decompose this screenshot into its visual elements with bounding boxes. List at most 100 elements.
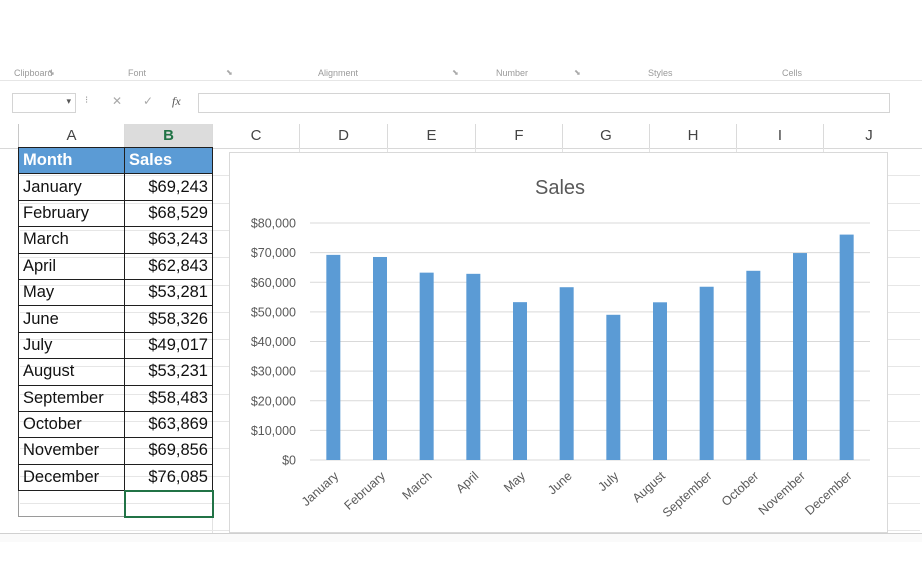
y-tick-label: $0 xyxy=(282,454,296,468)
column-header-i[interactable]: I xyxy=(737,124,824,148)
table-row: August $53,231 xyxy=(18,358,213,386)
bar-september xyxy=(699,286,714,460)
sales-cell[interactable]: $62,843 xyxy=(124,252,213,280)
month-cell[interactable]: November xyxy=(18,437,125,465)
bar-may xyxy=(513,302,527,460)
y-tick-label: $80,000 xyxy=(251,217,296,231)
chart-title: Sales xyxy=(535,177,585,199)
cancel-icon[interactable]: ✕ xyxy=(112,94,122,108)
ribbon-group-cells: Cells xyxy=(782,68,803,78)
y-tick-label: $40,000 xyxy=(251,335,296,349)
resize-handle-icon[interactable]: ⁝ xyxy=(85,95,88,106)
bar-november xyxy=(793,253,807,460)
sales-cell[interactable]: $58,483 xyxy=(124,384,213,412)
table-row: January $69,243 xyxy=(18,173,213,201)
empty-cell[interactable] xyxy=(18,490,125,518)
x-tick-label: April xyxy=(453,469,481,496)
x-tick-label: July xyxy=(595,468,621,494)
bar-july xyxy=(606,314,621,460)
table-row: September $58,483 xyxy=(18,384,213,412)
month-cell[interactable]: June xyxy=(18,305,125,333)
column-headers: A B C D E F G H I J xyxy=(0,124,922,150)
x-tick-label: August xyxy=(630,468,669,505)
sales-cell[interactable]: $69,856 xyxy=(124,437,213,465)
ribbon-group-styles: Styles xyxy=(648,68,673,78)
ribbon-group-labels: Clipboard ⬊ Font ⬊ Alignment ⬊ Number ⬊ … xyxy=(0,66,922,81)
column-header-d[interactable]: D xyxy=(300,124,388,148)
sheet-tab-bar xyxy=(0,533,922,542)
month-cell[interactable]: January xyxy=(18,173,125,201)
month-cell[interactable]: August xyxy=(18,358,125,386)
sales-cell[interactable]: $53,231 xyxy=(124,358,213,386)
x-tick-label: February xyxy=(341,468,388,512)
dialog-launcher-icon[interactable]: ⬊ xyxy=(48,68,55,77)
sales-cell[interactable]: $76,085 xyxy=(124,463,213,492)
column-header-h[interactable]: H xyxy=(650,124,737,148)
y-tick-label: $50,000 xyxy=(251,305,296,319)
sales-cell[interactable]: $63,869 xyxy=(124,410,213,439)
dialog-launcher-icon[interactable]: ⬊ xyxy=(452,68,459,77)
y-tick-label: $10,000 xyxy=(251,424,296,438)
y-tick-label: $70,000 xyxy=(251,246,296,260)
dialog-launcher-icon[interactable]: ⬊ xyxy=(226,68,233,77)
sales-cell[interactable]: $49,017 xyxy=(124,331,213,360)
column-header-a[interactable]: A xyxy=(19,124,125,148)
month-cell[interactable]: December xyxy=(18,463,125,492)
x-tick-label: June xyxy=(545,469,575,498)
ribbon-group-number: Number xyxy=(496,68,529,78)
month-cell[interactable]: March xyxy=(18,226,125,254)
chevron-down-icon[interactable]: ▾ xyxy=(66,96,71,107)
bar-october xyxy=(746,270,761,460)
chart-canvas: Sales $0 $10,000 $20,000 $30,000 $40,000 $50,0… xyxy=(251,177,870,520)
sales-cell[interactable]: $63,243 xyxy=(124,226,213,254)
name-box[interactable]: ▾ xyxy=(12,93,76,113)
ribbon-group-clipboard: Clipboard xyxy=(14,68,53,78)
table-header-row: Month Sales xyxy=(18,146,213,175)
y-tick-label: $60,000 xyxy=(251,276,296,290)
bar-march xyxy=(419,272,434,460)
enter-icon[interactable]: ✓ xyxy=(143,94,153,108)
formula-input[interactable] xyxy=(198,93,890,113)
y-tick-label: $20,000 xyxy=(251,394,296,408)
table-row: October $63,869 xyxy=(18,410,213,439)
sales-cell[interactable]: $58,326 xyxy=(124,305,213,333)
table-row: November $69,856 xyxy=(18,437,213,465)
sales-table: Month Sales January $69,243 February $68,52… xyxy=(18,146,214,518)
column-header-c[interactable]: C xyxy=(213,124,300,148)
month-cell[interactable]: July xyxy=(18,331,125,360)
header-cell-sales[interactable]: Sales xyxy=(124,146,213,175)
sales-cell[interactable]: $68,529 xyxy=(124,199,213,228)
month-cell[interactable]: October xyxy=(18,410,125,439)
month-cell[interactable]: February xyxy=(18,199,125,228)
select-all-corner[interactable] xyxy=(0,124,19,148)
bar-april xyxy=(466,273,481,460)
table-row: March $63,243 xyxy=(18,226,213,254)
dialog-launcher-icon[interactable]: ⬊ xyxy=(574,68,581,77)
column-header-j[interactable]: J xyxy=(824,124,914,148)
table-row: May $53,281 xyxy=(18,278,213,307)
x-tick-label: March xyxy=(399,469,434,503)
x-tick-label: September xyxy=(660,469,715,520)
header-cell-month[interactable]: Month xyxy=(18,146,125,175)
month-cell[interactable]: May xyxy=(18,278,125,307)
sales-cell[interactable]: $69,243 xyxy=(124,173,213,201)
sales-chart[interactable]: Sales $0 $10,000 $20,000 $30,000 $40,000 $50,0… xyxy=(229,152,888,533)
table-row: April $62,843 xyxy=(18,252,213,280)
month-cell[interactable]: September xyxy=(18,384,125,412)
column-header-e[interactable]: E xyxy=(388,124,476,148)
x-tick-label: January xyxy=(299,468,342,509)
sales-cell[interactable]: $53,281 xyxy=(124,278,213,307)
column-header-g[interactable]: G xyxy=(563,124,650,148)
active-cell[interactable] xyxy=(123,489,214,518)
formula-bar: ▾ ⁝ ✕ ✓ fx xyxy=(0,90,922,116)
insert-function-icon[interactable]: fx xyxy=(172,94,181,109)
x-tick-label: May xyxy=(501,468,528,495)
table-row: June $58,326 xyxy=(18,305,213,333)
table-row: July $49,017 xyxy=(18,331,213,360)
bar-august xyxy=(653,302,667,460)
month-cell[interactable]: April xyxy=(18,252,125,280)
y-tick-label: $30,000 xyxy=(251,365,296,379)
table-row: February $68,529 xyxy=(18,199,213,228)
bar-december xyxy=(839,234,854,460)
column-header-f[interactable]: F xyxy=(476,124,563,148)
